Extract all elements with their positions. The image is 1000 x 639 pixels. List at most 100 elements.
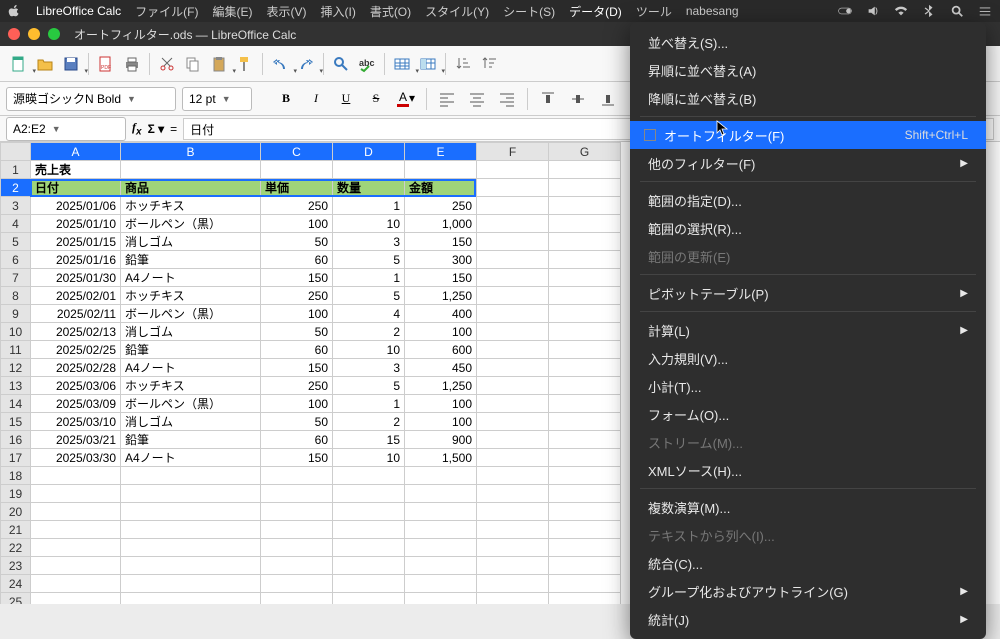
align-right-button[interactable] <box>495 87 519 111</box>
cell[interactable]: 10 <box>333 449 405 467</box>
col-header-G[interactable]: G <box>549 143 621 161</box>
cell[interactable]: 60 <box>261 341 333 359</box>
cell[interactable]: 4 <box>333 305 405 323</box>
bluetooth-icon[interactable] <box>922 4 936 18</box>
menu-sort-desc[interactable]: 降順に並べ替え(B) <box>630 84 986 112</box>
zoom-window-button[interactable] <box>48 28 60 40</box>
menu-calculate[interactable]: 計算(L)▶ <box>630 316 986 344</box>
cell[interactable]: 1,000 <box>405 215 477 233</box>
row-header-13[interactable]: 13 <box>1 377 31 395</box>
cell[interactable]: 商品 <box>121 179 261 197</box>
close-window-button[interactable] <box>8 28 20 40</box>
italic-button[interactable]: I <box>304 87 328 111</box>
menu-select-range[interactable]: 範囲の選択(R)... <box>630 214 986 242</box>
menu-file[interactable]: ファイル(F) <box>135 3 198 20</box>
export-pdf-button[interactable]: PDF <box>95 53 117 75</box>
row-header-25[interactable]: 25 <box>1 593 31 605</box>
column-button[interactable] <box>417 53 439 75</box>
cell[interactable]: 100 <box>405 395 477 413</box>
row-header-21[interactable]: 21 <box>1 521 31 539</box>
cell[interactable]: 600 <box>405 341 477 359</box>
cell[interactable]: 2025/01/06 <box>31 197 121 215</box>
cell[interactable]: 250 <box>405 197 477 215</box>
print-button[interactable] <box>121 53 143 75</box>
menu-styles[interactable]: スタイル(Y) <box>425 3 489 20</box>
cell[interactable]: ホッチキス <box>121 197 261 215</box>
col-header-B[interactable]: B <box>121 143 261 161</box>
row-header-10[interactable]: 10 <box>1 323 31 341</box>
cell[interactable]: 100 <box>261 395 333 413</box>
row-header-19[interactable]: 19 <box>1 485 31 503</box>
menu-form[interactable]: フォーム(O)... <box>630 400 986 428</box>
cell[interactable]: A4ノート <box>121 359 261 377</box>
menu-edit[interactable]: 編集(E) <box>212 3 252 20</box>
cell[interactable]: 150 <box>261 359 333 377</box>
row-header-24[interactable]: 24 <box>1 575 31 593</box>
cell[interactable]: 消しゴム <box>121 413 261 431</box>
cell[interactable]: 消しゴム <box>121 323 261 341</box>
row-button[interactable] <box>391 53 413 75</box>
cell[interactable]: 1,250 <box>405 287 477 305</box>
col-header-F[interactable]: F <box>477 143 549 161</box>
cell[interactable]: 100 <box>405 323 477 341</box>
sum-button[interactable]: Σ ▾ <box>148 122 165 136</box>
cell[interactable]: 15 <box>333 431 405 449</box>
cell[interactable]: 2025/01/15 <box>31 233 121 251</box>
cell[interactable]: 2025/03/30 <box>31 449 121 467</box>
row-header-14[interactable]: 14 <box>1 395 31 413</box>
menu-sort-asc[interactable]: 昇順に並べ替え(A) <box>630 56 986 84</box>
cell[interactable]: 2025/03/10 <box>31 413 121 431</box>
cell[interactable]: 3 <box>333 359 405 377</box>
row-header-1[interactable]: 1 <box>1 161 31 179</box>
paste-button[interactable] <box>208 53 230 75</box>
cell[interactable]: ボールペン（黒） <box>121 395 261 413</box>
menu-data[interactable]: データ(D) <box>569 3 622 20</box>
cell[interactable]: 300 <box>405 251 477 269</box>
cell[interactable]: 100 <box>261 215 333 233</box>
toggle-icon[interactable] <box>838 4 852 18</box>
cell[interactable]: 5 <box>333 377 405 395</box>
cell[interactable]: A4ノート <box>121 449 261 467</box>
cell[interactable]: 2025/02/13 <box>31 323 121 341</box>
align-center-button[interactable] <box>465 87 489 111</box>
col-header-D[interactable]: D <box>333 143 405 161</box>
cell[interactable]: 1,250 <box>405 377 477 395</box>
cell[interactable]: 2025/01/30 <box>31 269 121 287</box>
cell[interactable]: 900 <box>405 431 477 449</box>
cell[interactable]: ホッチキス <box>121 287 261 305</box>
row-header-15[interactable]: 15 <box>1 413 31 431</box>
redo-button[interactable] <box>295 53 317 75</box>
cell[interactable]: 2025/03/06 <box>31 377 121 395</box>
menu-other-filters[interactable]: 他のフィルター(F)▶ <box>630 149 986 177</box>
cell[interactable]: 2025/02/01 <box>31 287 121 305</box>
menu-define-range[interactable]: 範囲の指定(D)... <box>630 186 986 214</box>
font-size-combo[interactable]: 12 pt▼ <box>182 87 252 111</box>
cell[interactable]: 1 <box>333 395 405 413</box>
cell[interactable]: 5 <box>333 287 405 305</box>
select-all-corner[interactable] <box>1 143 31 161</box>
menu-statistics[interactable]: 統計(J)▶ <box>630 605 986 633</box>
cell[interactable]: 60 <box>261 431 333 449</box>
cell[interactable]: 250 <box>261 377 333 395</box>
row-header-12[interactable]: 12 <box>1 359 31 377</box>
cell[interactable]: 1,500 <box>405 449 477 467</box>
row-header-6[interactable]: 6 <box>1 251 31 269</box>
menu-autofilter[interactable]: オートフィルター(F)Shift+Ctrl+L <box>630 121 986 149</box>
row-header-4[interactable]: 4 <box>1 215 31 233</box>
cell[interactable]: 400 <box>405 305 477 323</box>
bold-button[interactable]: B <box>274 87 298 111</box>
cell[interactable]: A4ノート <box>121 269 261 287</box>
control-center-icon[interactable] <box>978 4 992 18</box>
row-header-23[interactable]: 23 <box>1 557 31 575</box>
menu-validity[interactable]: 入力規則(V)... <box>630 344 986 372</box>
cell[interactable]: 鉛筆 <box>121 431 261 449</box>
cell[interactable]: 2025/01/10 <box>31 215 121 233</box>
cell[interactable]: 5 <box>333 251 405 269</box>
copy-button[interactable] <box>182 53 204 75</box>
cell[interactable]: ボールペン（黒） <box>121 215 261 233</box>
cell[interactable]: 日付 <box>31 179 121 197</box>
cell[interactable]: 3 <box>333 233 405 251</box>
cut-button[interactable] <box>156 53 178 75</box>
cell[interactable]: 2 <box>333 413 405 431</box>
row-header-7[interactable]: 7 <box>1 269 31 287</box>
